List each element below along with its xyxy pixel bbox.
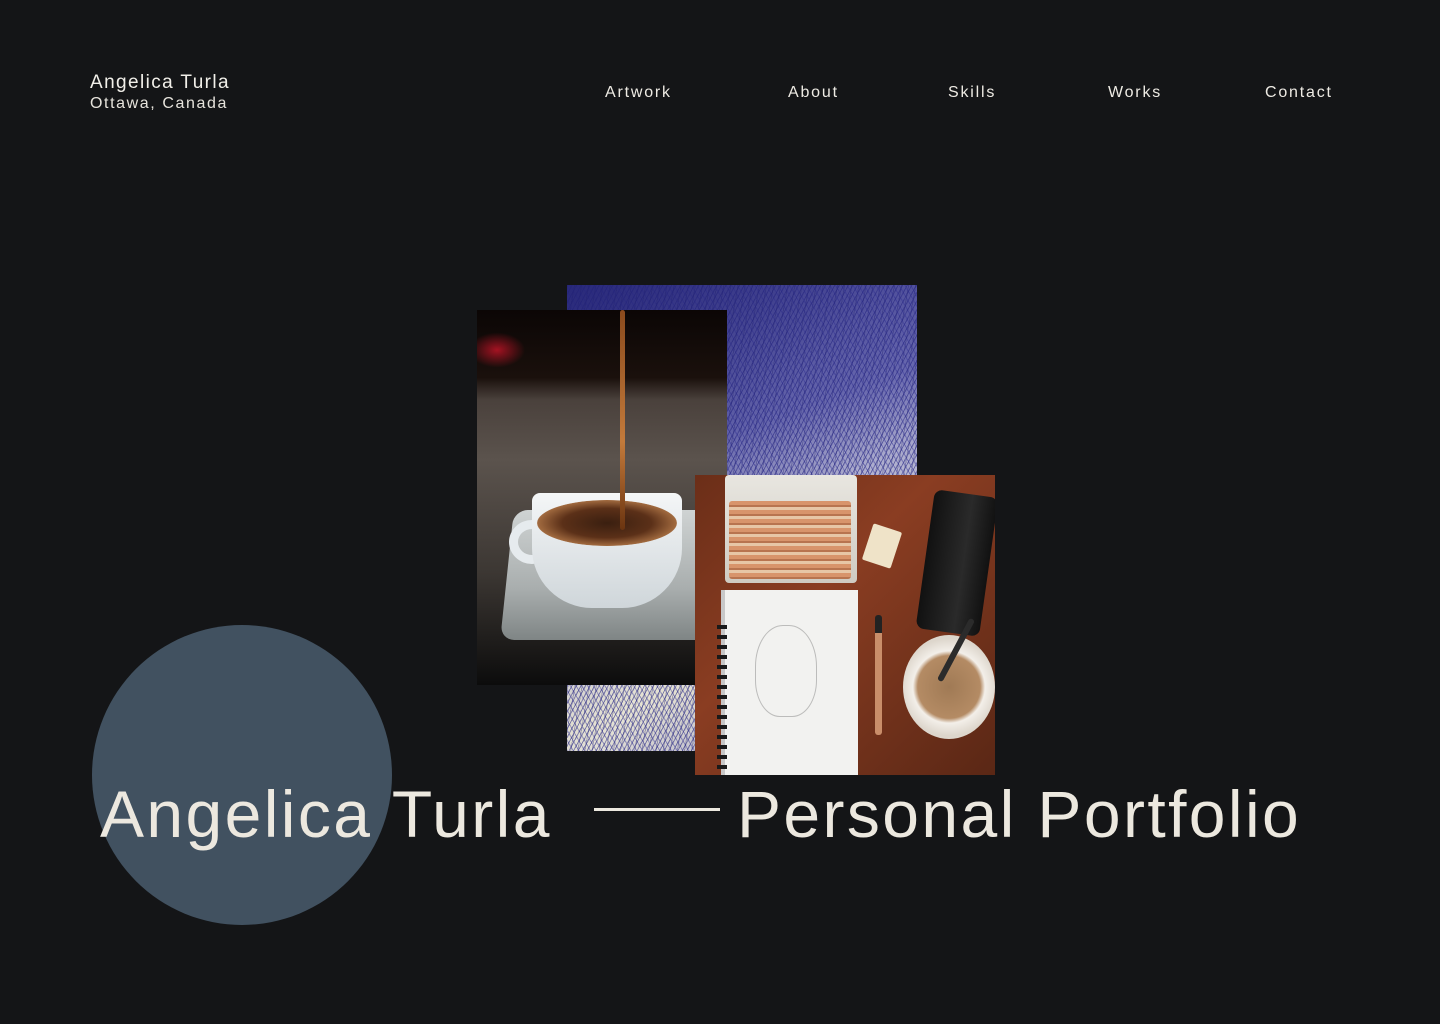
phone — [915, 489, 995, 637]
nav-link-skills[interactable]: Skills — [948, 84, 996, 102]
hero-divider — [594, 808, 720, 811]
pencils — [729, 501, 851, 579]
hero-tagline: Personal Portfolio — [737, 777, 1302, 851]
nav-link-contact[interactable]: Contact — [1265, 84, 1333, 102]
face-sketch — [755, 625, 817, 717]
coffee-stream — [620, 310, 625, 530]
pen — [875, 615, 882, 735]
nav-link-artwork[interactable]: Artwork — [605, 84, 672, 102]
sketchbook-spiral — [717, 625, 727, 775]
nav-link-works[interactable]: Works — [1108, 84, 1162, 102]
coffee-mug — [903, 635, 995, 739]
hero-name: Angelica Turla — [100, 777, 552, 851]
accent-circle — [92, 625, 392, 925]
coffee-surface — [537, 500, 677, 546]
coffee-pour-image — [477, 310, 727, 685]
nav-link-about[interactable]: About — [788, 84, 839, 102]
main-nav: Artwork About Skills Works Contact — [0, 84, 1440, 106]
desk-flatlay-image — [695, 475, 995, 775]
eraser — [861, 523, 903, 569]
